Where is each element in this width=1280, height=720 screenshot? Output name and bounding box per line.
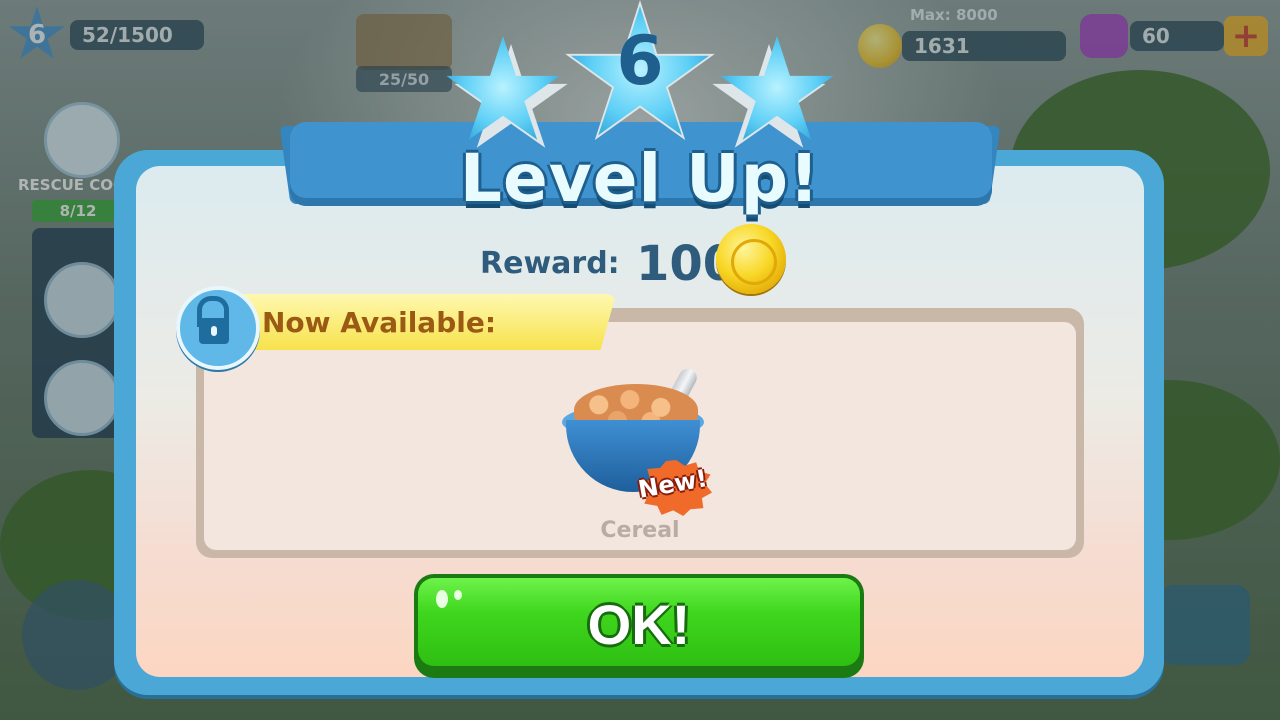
ok-button[interactable]: OK! xyxy=(414,574,864,678)
ok-button-label: OK! xyxy=(587,593,691,656)
dialog-title: Level Up! xyxy=(459,140,821,217)
ok-button-face: OK! xyxy=(418,578,860,666)
level-number: 6 xyxy=(616,22,664,101)
item-name: Cereal xyxy=(600,518,680,543)
unlock-icon-keyhole xyxy=(211,326,217,336)
now-available-label: Now Available: xyxy=(262,306,497,339)
coin-icon xyxy=(716,224,786,294)
reward-label: Reward: xyxy=(480,246,620,281)
